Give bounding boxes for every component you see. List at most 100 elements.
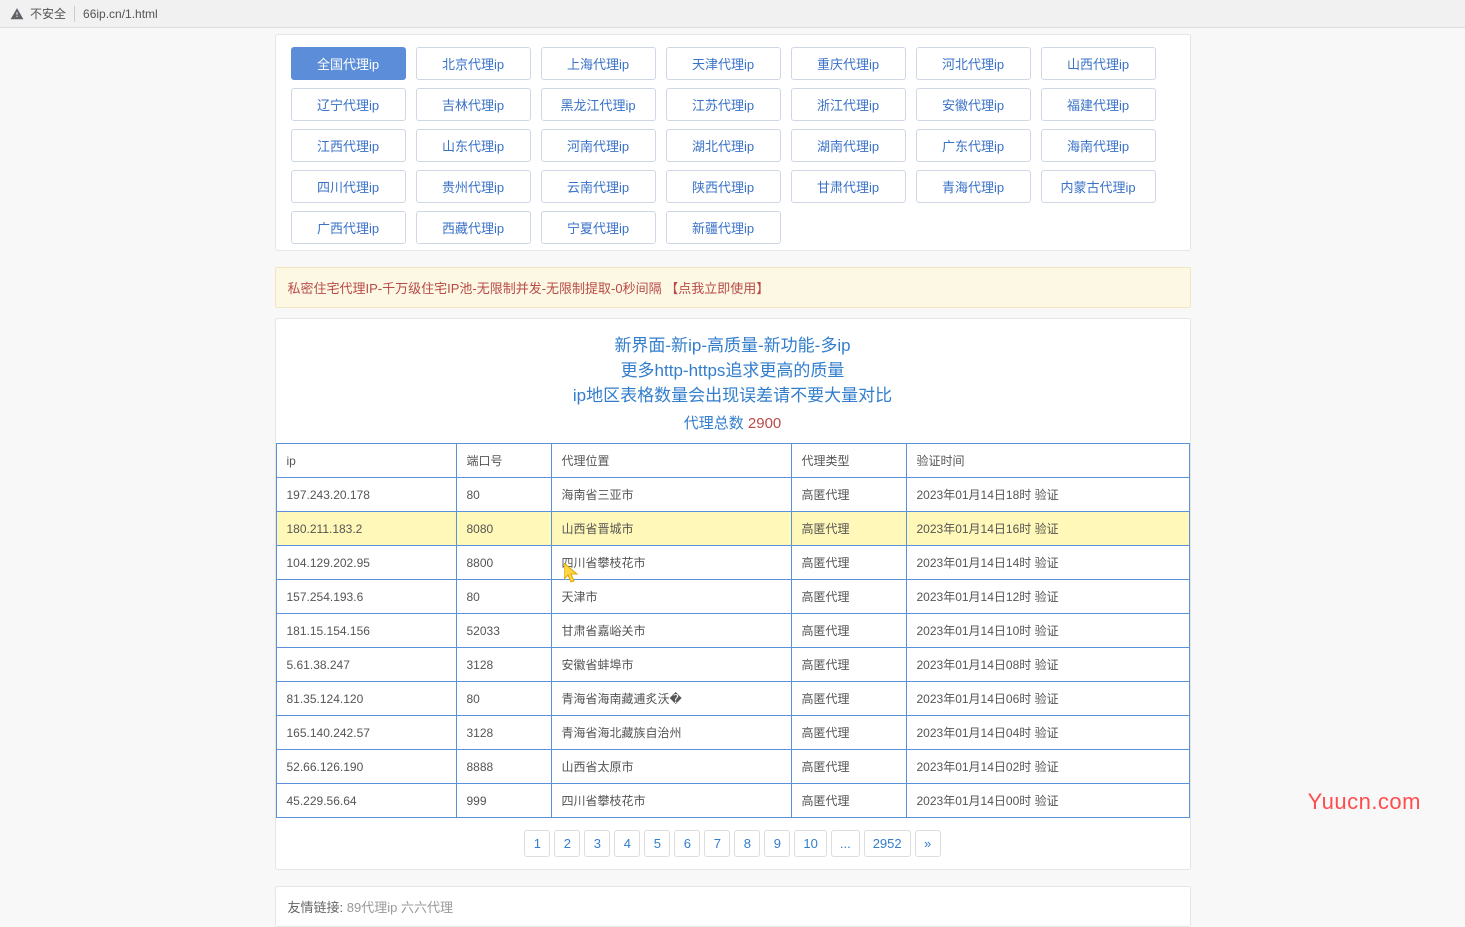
region-tab[interactable]: 上海代理ip	[541, 47, 656, 80]
region-tab[interactable]: 海南代理ip	[1041, 129, 1156, 162]
table-cell-time: 2023年01月14日04时 验证	[906, 716, 1189, 750]
promo-notice[interactable]: 私密住宅代理IP-千万级住宅IP池-无限制并发-无限制提取-0秒间隔 【点我立即…	[275, 267, 1191, 308]
table-cell-port: 3128	[456, 716, 551, 750]
table-header-cell: 端口号	[456, 444, 551, 478]
table-cell-type: 高匿代理	[791, 682, 906, 716]
region-tab[interactable]: 宁夏代理ip	[541, 211, 656, 244]
proxy-total-label: 代理总数	[684, 415, 744, 432]
region-tab[interactable]: 广西代理ip	[291, 211, 406, 244]
page-button[interactable]: 5	[644, 830, 670, 857]
region-tab[interactable]: 西藏代理ip	[416, 211, 531, 244]
table-cell-time: 2023年01月14日08时 验证	[906, 648, 1189, 682]
page-button[interactable]: 6	[674, 830, 700, 857]
table-cell-loc: 海南省三亚市	[551, 478, 791, 512]
region-tab[interactable]: 贵州代理ip	[416, 170, 531, 203]
region-tab[interactable]: 河北代理ip	[916, 47, 1031, 80]
region-tab[interactable]: 山西代理ip	[1041, 47, 1156, 80]
friend-links-label: 友情链接:	[288, 900, 344, 915]
table-cell-ip: 180.211.183.2	[276, 512, 456, 546]
promo-text: 私密住宅代理IP-千万级住宅IP池-无限制并发-无限制提取-0秒间隔 【点我立即…	[288, 281, 770, 296]
table-row: 180.211.183.28080山西省晋城市高匿代理2023年01月14日16…	[276, 512, 1189, 546]
table-row: 5.61.38.2473128安徽省蚌埠市高匿代理2023年01月14日08时 …	[276, 648, 1189, 682]
table-cell-port: 3128	[456, 648, 551, 682]
page-button[interactable]: 7	[704, 830, 730, 857]
table-cell-loc: 青海省海南藏逋炙沃�	[551, 682, 791, 716]
table-cell-time: 2023年01月14日10时 验证	[906, 614, 1189, 648]
table-header-cell: 验证时间	[906, 444, 1189, 478]
region-tab[interactable]: 内蒙古代理ip	[1041, 170, 1156, 203]
region-tab[interactable]: 河南代理ip	[541, 129, 656, 162]
region-tab[interactable]: 甘肃代理ip	[791, 170, 906, 203]
page-button[interactable]: 4	[614, 830, 640, 857]
region-tab[interactable]: 全国代理ip	[291, 47, 406, 80]
region-tab[interactable]: 湖北代理ip	[666, 129, 781, 162]
table-cell-port: 80	[456, 478, 551, 512]
page-button[interactable]: »	[915, 830, 941, 857]
table-cell-time: 2023年01月14日14时 验证	[906, 546, 1189, 580]
region-tab[interactable]: 北京代理ip	[416, 47, 531, 80]
table-cell-loc: 天津市	[551, 580, 791, 614]
region-tab[interactable]: 四川代理ip	[291, 170, 406, 203]
proxy-table: ip端口号代理位置代理类型验证时间197.243.20.17880海南省三亚市高…	[276, 443, 1190, 818]
friend-links-box: 友情链接: 89代理ip 六六代理	[275, 886, 1191, 927]
region-tab[interactable]: 安徽代理ip	[916, 88, 1031, 121]
table-cell-type: 高匿代理	[791, 478, 906, 512]
table-header-row: ip端口号代理位置代理类型验证时间	[276, 444, 1189, 478]
region-tab[interactable]: 陕西代理ip	[666, 170, 781, 203]
page-button[interactable]: 8	[734, 830, 760, 857]
table-header-cell: 代理类型	[791, 444, 906, 478]
table-cell-port: 8080	[456, 512, 551, 546]
table-row: 197.243.20.17880海南省三亚市高匿代理2023年01月14日18时…	[276, 478, 1189, 512]
region-tab[interactable]: 湖南代理ip	[791, 129, 906, 162]
table-cell-ip: 52.66.126.190	[276, 750, 456, 784]
page-button[interactable]: 10	[794, 830, 826, 857]
table-cell-port: 8888	[456, 750, 551, 784]
friend-links[interactable]: 89代理ip 六六代理	[347, 900, 453, 915]
region-tab[interactable]: 福建代理ip	[1041, 88, 1156, 121]
page-button[interactable]: 9	[764, 830, 790, 857]
security-indicator[interactable]: 不安全	[10, 5, 66, 22]
table-row: 181.15.154.15652033甘肃省嘉峪关市高匿代理2023年01月14…	[276, 614, 1189, 648]
table-row: 165.140.242.573128青海省海北藏族自治州高匿代理2023年01月…	[276, 716, 1189, 750]
table-cell-time: 2023年01月14日16时 验证	[906, 512, 1189, 546]
url-text[interactable]: 66ip.cn/1.html	[83, 7, 158, 21]
table-cell-ip: 157.254.193.6	[276, 580, 456, 614]
page-button[interactable]: 2	[554, 830, 580, 857]
region-tab[interactable]: 江西代理ip	[291, 129, 406, 162]
region-tab[interactable]: 江苏代理ip	[666, 88, 781, 121]
proxy-total-value: 2900	[748, 415, 781, 432]
page-button[interactable]: 1	[524, 830, 550, 857]
region-tab[interactable]: 广东代理ip	[916, 129, 1031, 162]
region-tab[interactable]: 黑龙江代理ip	[541, 88, 656, 121]
table-cell-port: 80	[456, 580, 551, 614]
table-cell-port: 8800	[456, 546, 551, 580]
divider	[74, 6, 75, 22]
table-cell-time: 2023年01月14日00时 验证	[906, 784, 1189, 818]
table-cell-ip: 104.129.202.95	[276, 546, 456, 580]
table-cell-time: 2023年01月14日18时 验证	[906, 478, 1189, 512]
table-cell-type: 高匿代理	[791, 512, 906, 546]
region-tab[interactable]: 吉林代理ip	[416, 88, 531, 121]
table-cell-loc: 甘肃省嘉峪关市	[551, 614, 791, 648]
region-tab[interactable]: 重庆代理ip	[791, 47, 906, 80]
region-tab[interactable]: 云南代理ip	[541, 170, 656, 203]
table-cell-time: 2023年01月14日02时 验证	[906, 750, 1189, 784]
region-tab[interactable]: 新疆代理ip	[666, 211, 781, 244]
table-cell-time: 2023年01月14日12时 验证	[906, 580, 1189, 614]
page-button[interactable]: 2952	[864, 830, 911, 857]
table-cell-ip: 197.243.20.178	[276, 478, 456, 512]
table-cell-type: 高匿代理	[791, 750, 906, 784]
page-button[interactable]: ...	[831, 830, 860, 857]
region-tab[interactable]: 山东代理ip	[416, 129, 531, 162]
table-cell-type: 高匿代理	[791, 784, 906, 818]
table-cell-loc: 安徽省蚌埠市	[551, 648, 791, 682]
watermark: Yuucn.com	[1308, 789, 1421, 815]
browser-address-bar: 不安全 66ip.cn/1.html	[0, 0, 1465, 28]
region-tab[interactable]: 青海代理ip	[916, 170, 1031, 203]
table-cell-loc: 四川省攀枝花市	[551, 784, 791, 818]
region-tab[interactable]: 天津代理ip	[666, 47, 781, 80]
region-tab[interactable]: 浙江代理ip	[791, 88, 906, 121]
page-button[interactable]: 3	[584, 830, 610, 857]
region-tab[interactable]: 辽宁代理ip	[291, 88, 406, 121]
proxy-list-panel: 新界面-新ip-高质量-新功能-多ip 更多http-https追求更高的质量 …	[275, 318, 1191, 870]
